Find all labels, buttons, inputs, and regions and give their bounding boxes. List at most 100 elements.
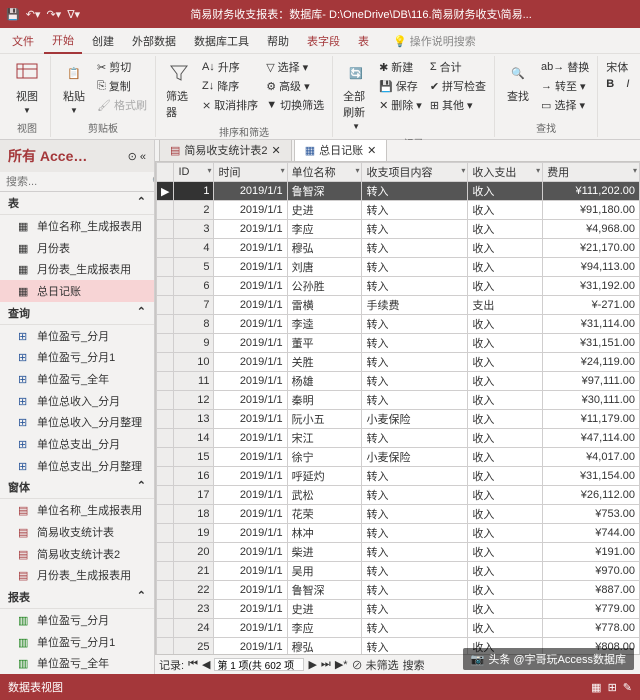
cell-time[interactable]: 2019/1/1 xyxy=(214,239,287,258)
nav-query-item[interactable]: ⊞单位盈亏_分月1 xyxy=(0,346,154,368)
cell-id[interactable]: 8 xyxy=(174,315,214,334)
font-bold-italic[interactable]: B I xyxy=(604,77,631,91)
more-button[interactable]: ⊞ 其他 ▾ xyxy=(428,96,488,114)
section-queries[interactable]: 查询⌃ xyxy=(0,302,154,325)
nav-report-item[interactable]: ▥单位盈亏_全年 xyxy=(0,652,154,674)
cell-unit[interactable]: 穆弘 xyxy=(287,239,362,258)
filter-button[interactable]: 筛选器 xyxy=(162,58,196,122)
cell-unit[interactable]: 穆弘 xyxy=(287,638,362,655)
row-selector[interactable] xyxy=(157,524,174,543)
cell-fee[interactable]: ¥24,119.00 xyxy=(543,353,640,372)
cell-item[interactable]: 转入 xyxy=(362,486,468,505)
cell-time[interactable]: 2019/1/1 xyxy=(214,638,287,655)
tab-table-active[interactable]: ▦总日记账 ✕ xyxy=(294,140,388,161)
cell-item[interactable]: 转入 xyxy=(362,277,468,296)
cell-id[interactable]: 13 xyxy=(174,410,214,429)
clear-sort-button[interactable]: ⨯ 取消排序 xyxy=(200,96,260,114)
cell-id[interactable]: 24 xyxy=(174,619,214,638)
table-row[interactable]: 62019/1/1公孙胜转入收入¥31,192.00 xyxy=(157,277,640,296)
cell-unit[interactable]: 关胜 xyxy=(287,353,362,372)
cell-id[interactable]: 5 xyxy=(174,258,214,277)
table-row[interactable]: 172019/1/1武松转入收入¥26,112.00 xyxy=(157,486,640,505)
table-row[interactable]: 122019/1/1秦明转入收入¥30,111.00 xyxy=(157,391,640,410)
cell-id[interactable]: 11 xyxy=(174,372,214,391)
nav-table-item[interactable]: ▦月份表 xyxy=(0,237,154,259)
cell-item[interactable]: 转入 xyxy=(362,467,468,486)
cell-item[interactable]: 转入 xyxy=(362,600,468,619)
cell-io[interactable]: 收入 xyxy=(468,543,543,562)
nav-query-item[interactable]: ⊞单位总支出_分月 xyxy=(0,433,154,455)
table-row[interactable]: 52019/1/1刘唐转入收入¥94,113.00 xyxy=(157,258,640,277)
cell-time[interactable]: 2019/1/1 xyxy=(214,543,287,562)
nav-form-item[interactable]: ▤简易收支统计表2 xyxy=(0,543,154,565)
cell-id[interactable]: 18 xyxy=(174,505,214,524)
cell-io[interactable]: 收入 xyxy=(468,448,543,467)
cell-fee[interactable]: ¥47,114.00 xyxy=(543,429,640,448)
row-selector[interactable] xyxy=(157,239,174,258)
cell-fee[interactable]: ¥744.00 xyxy=(543,524,640,543)
nav-query-item[interactable]: ⊞单位盈亏_分月 xyxy=(0,325,154,347)
cell-unit[interactable]: 宋江 xyxy=(287,429,362,448)
cell-io[interactable]: 收入 xyxy=(468,600,543,619)
totals-button[interactable]: Σ 合计 xyxy=(428,58,488,76)
cell-id[interactable]: 21 xyxy=(174,562,214,581)
row-selector[interactable] xyxy=(157,543,174,562)
nav-report-item[interactable]: ▥单位盈亏_分月 xyxy=(0,609,154,631)
table-row[interactable]: 82019/1/1李逵转入收入¥31,114.00 xyxy=(157,315,640,334)
row-selector[interactable] xyxy=(157,296,174,315)
cell-time[interactable]: 2019/1/1 xyxy=(214,524,287,543)
cell-item[interactable]: 转入 xyxy=(362,182,468,201)
row-selector[interactable] xyxy=(157,505,174,524)
cell-id[interactable]: 3 xyxy=(174,220,214,239)
row-selector[interactable] xyxy=(157,315,174,334)
cell-unit[interactable]: 武松 xyxy=(287,486,362,505)
cell-item[interactable]: 转入 xyxy=(362,562,468,581)
tab-form[interactable]: ▤简易收支统计表2 ✕ xyxy=(159,140,292,161)
copy-button[interactable]: ⎘ 复制 xyxy=(95,77,149,95)
tab-home[interactable]: 开始 xyxy=(44,28,82,54)
tab-dbtools[interactable]: 数据库工具 xyxy=(186,29,257,53)
row-selector[interactable] xyxy=(157,581,174,600)
cut-button[interactable]: ✂ 剪切 xyxy=(95,58,149,76)
section-forms[interactable]: 窗体⌃ xyxy=(0,476,154,499)
row-selector[interactable] xyxy=(157,353,174,372)
cell-fee[interactable]: ¥970.00 xyxy=(543,562,640,581)
cell-fee[interactable]: ¥97,111.00 xyxy=(543,372,640,391)
record-position[interactable] xyxy=(214,658,304,671)
view-button[interactable]: 视图▼ xyxy=(10,58,44,117)
cell-io[interactable]: 收入 xyxy=(468,619,543,638)
cell-unit[interactable]: 董平 xyxy=(287,334,362,353)
cell-unit[interactable]: 吴用 xyxy=(287,562,362,581)
cell-unit[interactable]: 公孙胜 xyxy=(287,277,362,296)
table-row[interactable]: 242019/1/1李应转入收入¥778.00 xyxy=(157,619,640,638)
cell-io[interactable]: 收入 xyxy=(468,429,543,448)
nav-header[interactable]: 所有 Acce…⊙ « xyxy=(0,140,154,172)
table-row[interactable]: 192019/1/1林冲转入收入¥744.00 xyxy=(157,524,640,543)
cell-item[interactable]: 转入 xyxy=(362,638,468,655)
cell-io[interactable]: 收入 xyxy=(468,486,543,505)
cell-unit[interactable]: 李应 xyxy=(287,619,362,638)
save-button[interactable]: 💾 保存 xyxy=(377,77,424,95)
cell-item[interactable]: 转入 xyxy=(362,429,468,448)
cell-time[interactable]: 2019/1/1 xyxy=(214,182,287,201)
cell-unit[interactable]: 刘唐 xyxy=(287,258,362,277)
row-selector[interactable] xyxy=(157,258,174,277)
cell-id[interactable]: 16 xyxy=(174,467,214,486)
cell-io[interactable]: 支出 xyxy=(468,296,543,315)
tab-help[interactable]: 帮助 xyxy=(259,29,297,53)
cell-io[interactable]: 收入 xyxy=(468,334,543,353)
cell-io[interactable]: 收入 xyxy=(468,562,543,581)
cell-time[interactable]: 2019/1/1 xyxy=(214,410,287,429)
cell-unit[interactable]: 阮小五 xyxy=(287,410,362,429)
cell-item[interactable]: 转入 xyxy=(362,581,468,600)
table-row[interactable]: 212019/1/1吴用转入收入¥970.00 xyxy=(157,562,640,581)
cell-io[interactable]: 收入 xyxy=(468,505,543,524)
cell-io[interactable]: 收入 xyxy=(468,524,543,543)
cell-fee[interactable]: ¥21,170.00 xyxy=(543,239,640,258)
cell-io[interactable]: 收入 xyxy=(468,201,543,220)
cell-item[interactable]: 转入 xyxy=(362,220,468,239)
cell-io[interactable]: 收入 xyxy=(468,467,543,486)
nav-form-item[interactable]: ▤单位名称_生成报表用 xyxy=(0,499,154,521)
nav-form-item[interactable]: ▤月份表_生成报表用 xyxy=(0,564,154,586)
cell-fee[interactable]: ¥-271.00 xyxy=(543,296,640,315)
